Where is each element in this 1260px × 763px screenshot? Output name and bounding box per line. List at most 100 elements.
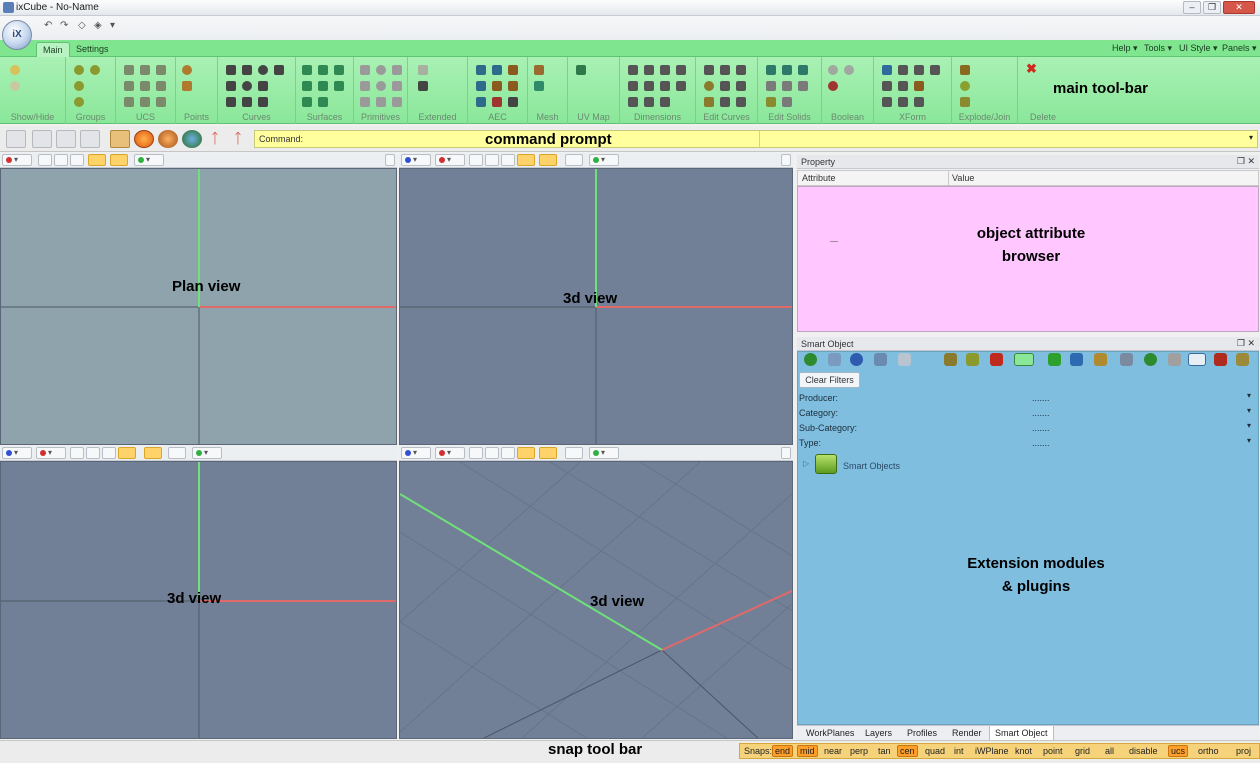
settings-icon[interactable]: [1236, 353, 1249, 366]
column-value[interactable]: Value: [952, 173, 974, 183]
vp-pan-icon[interactable]: [102, 447, 116, 459]
rectangle-icon[interactable]: [242, 65, 252, 75]
vp-zoom-icon[interactable]: [54, 154, 68, 166]
dim-aligned-icon[interactable]: [644, 65, 654, 75]
refresh-icon[interactable]: [874, 353, 887, 366]
dim-radius-icon[interactable]: [676, 65, 686, 75]
save-icon[interactable]: ◈: [94, 20, 102, 31]
vp-axes-toggle[interactable]: [110, 154, 128, 166]
imprint-icon[interactable]: [782, 97, 792, 107]
vp-axes-toggle[interactable]: [144, 447, 162, 459]
delete-icon[interactable]: ✖: [1026, 61, 1037, 77]
vp-maximize-icon[interactable]: [385, 154, 395, 166]
select-icon[interactable]: [6, 130, 26, 148]
panel-dock-close-icon[interactable]: ❐ ✕: [1237, 156, 1255, 167]
restore-button[interactable]: ❐: [1203, 1, 1221, 14]
viewport-perspective[interactable]: 3d view: [399, 461, 793, 739]
column-attribute[interactable]: Attribute: [802, 173, 836, 183]
dim-edit-icon[interactable]: [660, 97, 670, 107]
vp-zoom-icon[interactable]: [86, 447, 100, 459]
cloud-icon[interactable]: [1070, 353, 1083, 366]
extended-cylinder-icon[interactable]: [418, 65, 428, 75]
trim-icon[interactable]: [704, 65, 714, 75]
viewport-3d-top-right[interactable]: 3d view: [399, 168, 793, 445]
bulb-on-icon[interactable]: [10, 65, 20, 75]
tube-icon[interactable]: [376, 97, 386, 107]
vp-axes-toggle[interactable]: [539, 447, 557, 459]
ucs-axis-icon[interactable]: [156, 65, 166, 75]
material-icon[interactable]: ᛏ: [205, 130, 225, 148]
filter-producer[interactable]: Producer: ....... ▾: [799, 391, 1257, 407]
align-icon[interactable]: [882, 97, 892, 107]
ucs-prev-icon[interactable]: [124, 97, 134, 107]
surface-revolve-icon[interactable]: [334, 65, 344, 75]
mesh-convert-icon[interactable]: [534, 81, 544, 91]
view-mode-dropdown[interactable]: ▾: [401, 154, 431, 166]
chamfer-icon[interactable]: [736, 81, 746, 91]
redo-icon[interactable]: ↷: [60, 20, 68, 31]
vp-axes-toggle[interactable]: [539, 154, 557, 166]
extend-icon[interactable]: [720, 65, 730, 75]
menu-panels[interactable]: Panels ▾: [1222, 43, 1257, 54]
vp-pan-icon[interactable]: [501, 447, 515, 459]
dim-text-icon[interactable]: [676, 81, 686, 91]
snap-iwplane[interactable]: iWPlane: [973, 746, 1011, 756]
pyramid-icon[interactable]: [360, 97, 370, 107]
explode-icon[interactable]: [960, 65, 970, 75]
shade-mode-dropdown[interactable]: ▾: [435, 154, 465, 166]
beam-icon[interactable]: [492, 81, 502, 91]
vp-zoom-window-icon[interactable]: [469, 447, 483, 459]
snap-knot[interactable]: knot: [1013, 746, 1034, 756]
vp-display-dropdown[interactable]: ▾: [134, 154, 164, 166]
filter-category[interactable]: Category: ....... ▾: [799, 406, 1257, 422]
back-icon[interactable]: [804, 353, 817, 366]
shaded-icon[interactable]: [134, 130, 154, 148]
link-icon[interactable]: [1120, 353, 1133, 366]
tree-expand-icon[interactable]: ▷: [803, 459, 809, 468]
menu-tools[interactable]: Tools ▾: [1144, 43, 1172, 54]
ucs-rotate-icon[interactable]: [124, 81, 134, 91]
search-icon[interactable]: [828, 353, 841, 366]
solid-chamfer-icon[interactable]: [798, 65, 808, 75]
window-icon[interactable]: [492, 97, 502, 107]
vp-display-dropdown[interactable]: ▾: [192, 447, 222, 459]
vp-display-dropdown[interactable]: ▾: [589, 154, 619, 166]
circle-icon[interactable]: [242, 81, 252, 91]
mesh-box-icon[interactable]: [534, 65, 544, 75]
vp-camera-icon[interactable]: [168, 447, 186, 459]
vp-grid-toggle[interactable]: [517, 447, 535, 459]
column-divider[interactable]: [948, 171, 949, 185]
spline-icon[interactable]: [258, 81, 268, 91]
curve-icon[interactable]: [226, 97, 236, 107]
tab-profiles[interactable]: Profiles: [902, 726, 942, 741]
join-icon[interactable]: [960, 81, 970, 91]
mirror-icon[interactable]: [882, 81, 892, 91]
dim-linear-icon[interactable]: [628, 65, 638, 75]
dim-continue-icon[interactable]: [644, 97, 654, 107]
tree-view-toggle[interactable]: [1014, 353, 1034, 366]
union-icon[interactable]: [828, 65, 838, 75]
window-select-icon[interactable]: [32, 130, 52, 148]
surface-loft-icon[interactable]: [302, 81, 312, 91]
tab-render[interactable]: Render: [947, 726, 987, 741]
offset-face-icon[interactable]: [798, 81, 808, 91]
grid-array-icon[interactable]: [914, 81, 924, 91]
render-icon[interactable]: [158, 130, 178, 148]
wedge-icon[interactable]: [392, 81, 402, 91]
import-icon[interactable]: [944, 353, 957, 366]
surface-blend-icon[interactable]: [318, 97, 328, 107]
view-mode-dropdown[interactable]: ▾: [401, 447, 431, 459]
clipboard-icon[interactable]: [1094, 353, 1107, 366]
help-icon[interactable]: [850, 353, 863, 366]
slab-icon[interactable]: [492, 65, 502, 75]
dim-ordinate-icon[interactable]: [644, 81, 654, 91]
cylinder-icon[interactable]: [392, 65, 402, 75]
line-icon[interactable]: [226, 65, 236, 75]
tools-icon[interactable]: [1168, 353, 1181, 366]
slice-icon[interactable]: [766, 97, 776, 107]
command-dropdown-icon[interactable]: ▾: [1249, 133, 1253, 142]
detail-view-toggle[interactable]: [1188, 353, 1206, 366]
extract-icon[interactable]: [960, 97, 970, 107]
viewport-plan[interactable]: Plan view: [0, 168, 397, 445]
railing-icon[interactable]: [508, 97, 518, 107]
